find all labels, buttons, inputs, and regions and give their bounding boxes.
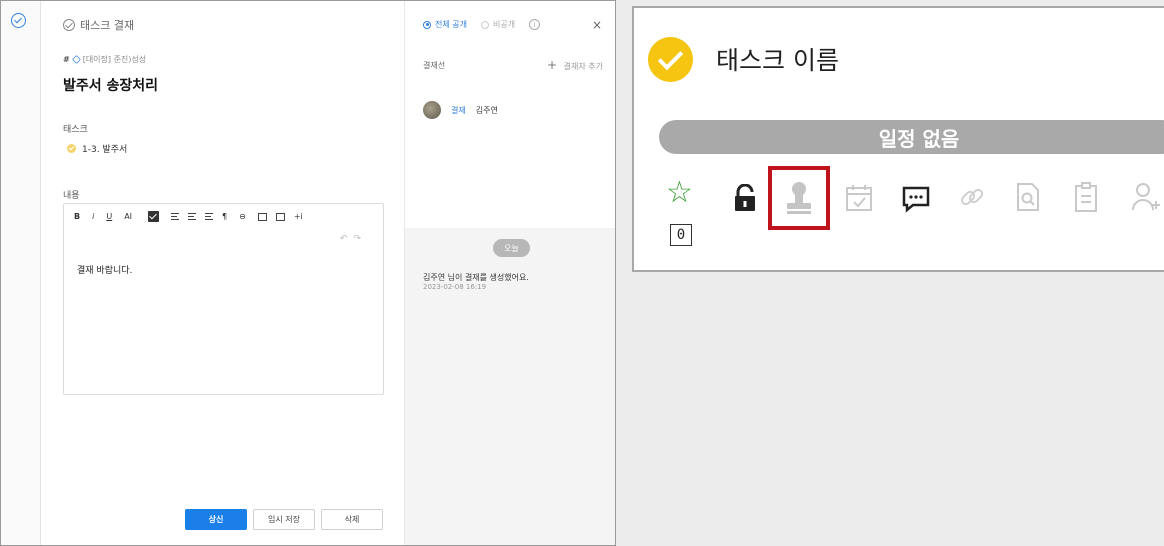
- add-approver-label: 결재자 추가: [563, 62, 603, 71]
- activity-log: 오늘 김주연 님이 결재를 생성했어요. 2023-02-08 16:19: [405, 228, 615, 545]
- italic-button[interactable]: i: [92, 212, 94, 222]
- link-icon[interactable]: ⊖: [239, 212, 246, 222]
- undo-redo-icons[interactable]: ↶↷: [340, 234, 367, 244]
- check-circle-icon: [63, 19, 75, 31]
- project-tag-label: [대이정] 준진)성성: [82, 55, 147, 64]
- content-editor[interactable]: B i U AI ¶ ⊖ +i ↶↷ 결재 바랍니다.: [63, 203, 384, 395]
- form-header: 태스크 결재: [63, 17, 134, 33]
- add-approver-button[interactable]: + 결재자 추가: [547, 58, 603, 72]
- visibility-options: 전체 공개 비공개 i: [423, 19, 541, 30]
- card-action-icons: ☆: [634, 176, 1164, 226]
- task-field-label: 태스크: [63, 125, 88, 135]
- hash-icon: #: [63, 55, 70, 64]
- font-size-button[interactable]: AI: [124, 212, 132, 222]
- task-card: 태스크 이름 일정 없음 ☆ 0: [632, 6, 1164, 272]
- private-radio[interactable]: [480, 20, 489, 29]
- comment-icon[interactable]: [901, 185, 931, 217]
- activity-timestamp: 2023-02-08 16:19: [423, 283, 487, 291]
- project-tag[interactable]: # [대이정] 준진)성성: [63, 54, 146, 65]
- approver-name: 김주연: [475, 105, 498, 115]
- more-insert-icon[interactable]: +i: [294, 212, 303, 222]
- approver-row[interactable]: 결재 김주연: [423, 101, 498, 119]
- task-item[interactable]: 1-3. 발주서: [67, 142, 127, 155]
- task-complete-icon[interactable]: [648, 37, 693, 82]
- date-divider-badge: 오늘: [493, 239, 530, 257]
- approval-form: 태스크 결재 # [대이정] 준진)성성 발주서 송장처리 태스크 1-3. 발…: [41, 1, 404, 545]
- memo-icon[interactable]: [1072, 181, 1100, 217]
- calendar-check-icon[interactable]: [844, 183, 874, 217]
- align-left-icon[interactable]: [171, 213, 180, 220]
- approval-line-label: 결재선: [423, 61, 446, 70]
- editor-body-text[interactable]: 결재 바랍니다.: [77, 263, 132, 276]
- delete-button[interactable]: 삭제: [321, 509, 383, 530]
- link-icon[interactable]: [957, 182, 987, 216]
- save-draft-button[interactable]: 임시 저장: [253, 509, 315, 530]
- info-icon[interactable]: i: [529, 19, 541, 30]
- task-status-icon: [67, 144, 76, 153]
- underline-button[interactable]: U: [106, 212, 112, 222]
- paragraph-icon[interactable]: ¶: [222, 212, 227, 222]
- content-field-label: 내용: [63, 191, 80, 201]
- editor-toolbar: B i U AI ¶ ⊖ +i: [74, 211, 315, 222]
- image-icon[interactable]: [257, 212, 267, 221]
- activity-text: 김주연 님이 결재를 생성했어요.: [423, 273, 529, 282]
- star-count-badge: 0: [670, 224, 692, 246]
- table-icon[interactable]: [275, 212, 285, 221]
- add-person-icon[interactable]: [1131, 181, 1161, 217]
- approval-side-column: 전체 공개 비공개 i × 결재선 + 결재자 추가 결재 김주연 오늘 김주연…: [404, 1, 615, 545]
- bold-button[interactable]: B: [74, 212, 80, 222]
- avatar: [423, 101, 441, 119]
- task-name[interactable]: 태스크 이름: [716, 41, 839, 77]
- form-header-title: 태스크 결재: [80, 19, 135, 32]
- star-icon[interactable]: ☆: [666, 178, 693, 208]
- task-approval-panel: 태스크 결재 # [대이정] 준진)성성 발주서 송장처리 태스크 1-3. 발…: [0, 0, 616, 546]
- zoomed-card-area: 태스크 이름 일정 없음 ☆ 0: [616, 0, 1164, 546]
- layers-icon: [71, 55, 81, 64]
- align-center-icon[interactable]: [188, 213, 197, 220]
- checkbox-icon[interactable]: [148, 211, 160, 222]
- approval-line-section: 전체 공개 비공개 i × 결재선 + 결재자 추가 결재 김주연: [405, 1, 615, 228]
- file-search-icon[interactable]: [1014, 182, 1042, 216]
- submit-button[interactable]: 상신: [185, 509, 247, 530]
- private-label[interactable]: 비공개: [493, 19, 515, 30]
- plus-icon: +: [547, 58, 558, 72]
- left-strip: [1, 1, 41, 545]
- close-button[interactable]: ×: [592, 18, 602, 32]
- highlight-box: [768, 166, 830, 230]
- list-icon[interactable]: [205, 213, 214, 220]
- schedule-badge[interactable]: 일정 없음: [659, 120, 1164, 154]
- task-item-label: 1-3. 발주서: [82, 145, 128, 155]
- lock-icon[interactable]: [732, 183, 758, 216]
- public-radio[interactable]: [423, 20, 431, 29]
- page-title[interactable]: 발주서 송장처리: [63, 75, 158, 95]
- approver-role: 결재: [451, 105, 466, 115]
- public-label[interactable]: 전체 공개: [435, 19, 467, 30]
- check-circle-icon[interactable]: [11, 13, 26, 28]
